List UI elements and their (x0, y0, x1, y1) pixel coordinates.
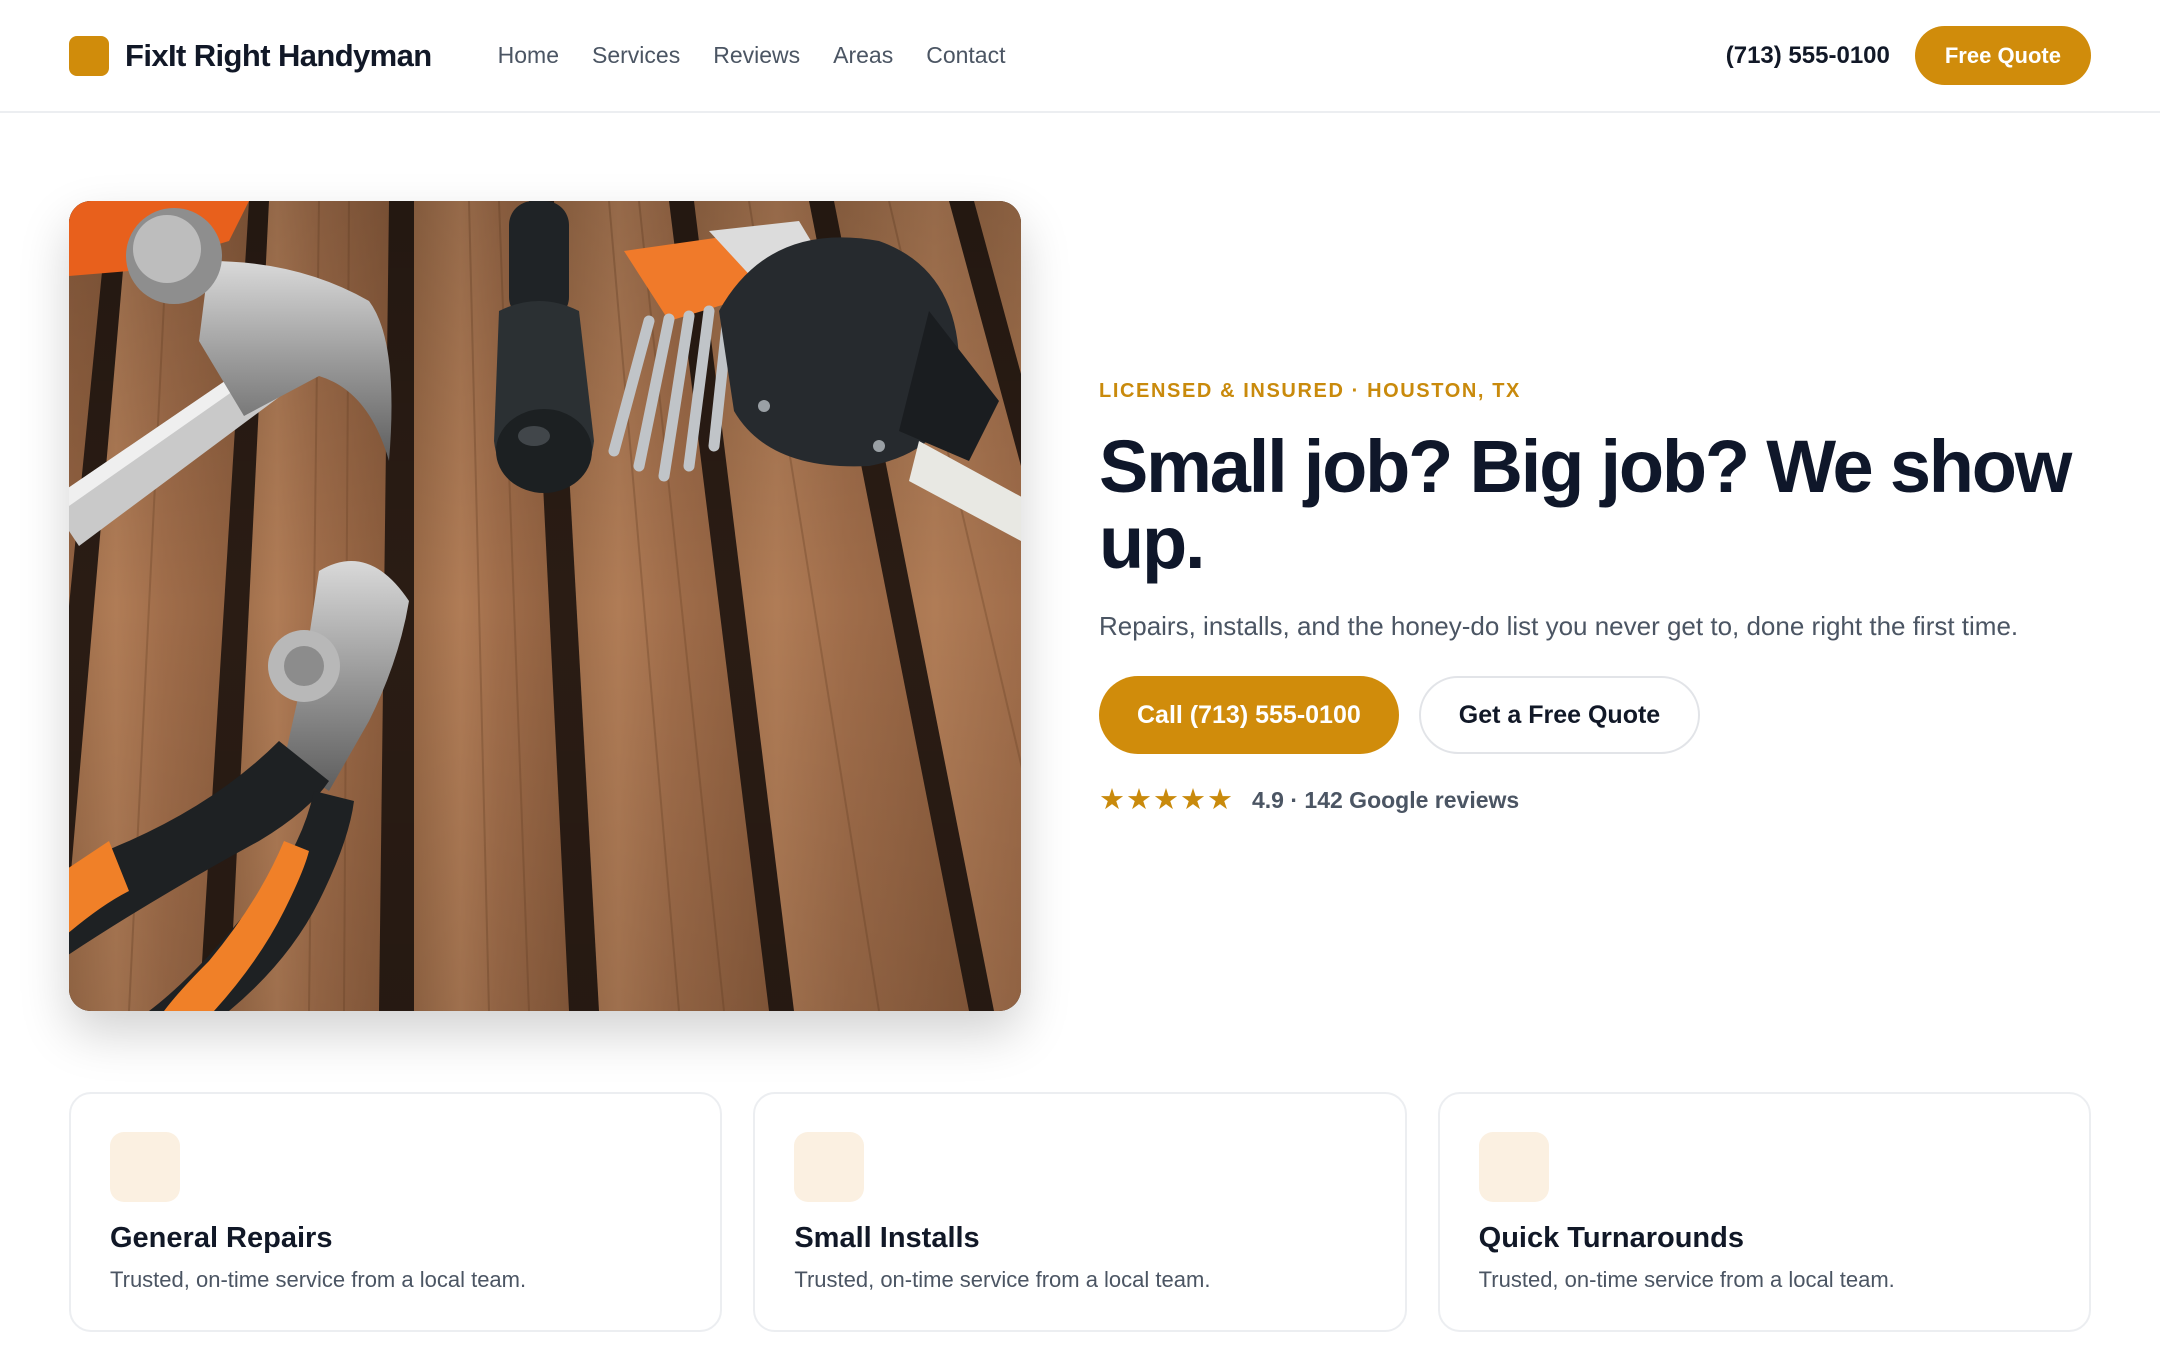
logo-icon[interactable] (69, 35, 109, 76)
free-quote-button[interactable]: Free Quote (1914, 26, 2091, 85)
hero-cta-row: Call (713) 555-0100 Get a Free Quote (1099, 676, 2099, 754)
feature-card-title: General Repairs (110, 1222, 333, 1254)
feature-card-description: Trusted, on-time service from a local te… (794, 1267, 1211, 1292)
feature-card-title: Quick Turnarounds (1478, 1222, 1744, 1254)
feature-card-quick-turnarounds[interactable]: Quick Turnarounds Trusted, on-time servi… (1437, 1092, 2091, 1332)
nav-link-areas[interactable]: Areas (833, 42, 893, 69)
hero-image (69, 201, 1021, 1011)
feature-card-general-repairs[interactable]: General Repairs Trusted, on-time service… (69, 1092, 723, 1332)
header-phone-link[interactable]: (713) 555-0100 (1726, 42, 1890, 70)
rating-row: ★★★★★ 4.9 · 142 Google reviews (1099, 786, 2099, 815)
toolbox-icon (794, 1132, 865, 1202)
hero-content: LICENSED & INSURED · HOUSTON, TX Small j… (1099, 380, 2099, 815)
nav-link-contact[interactable]: Contact (926, 42, 1005, 69)
call-button[interactable]: Call (713) 555-0100 (1099, 676, 1399, 754)
clock-icon (1478, 1132, 1549, 1202)
rating-summary[interactable]: 4.9 · 142 Google reviews (1252, 787, 1519, 814)
wrench-icon (110, 1132, 180, 1202)
feature-cards: General Repairs Trusted, on-time service… (69, 1092, 2091, 1332)
get-free-quote-button[interactable]: Get a Free Quote (1418, 676, 1701, 754)
hero-subline: Repairs, installs, and the honey-do list… (1099, 611, 2019, 641)
feature-card-description: Trusted, on-time service from a local te… (110, 1267, 527, 1292)
nav-link-services[interactable]: Services (592, 42, 680, 69)
nav-link-reviews[interactable]: Reviews (713, 42, 800, 69)
brand-name[interactable]: FixIt Right Handyman (125, 38, 432, 74)
feature-card-small-installs[interactable]: Small Installs Trusted, on-time service … (753, 1092, 1407, 1332)
hero-headline: Small job? Big job? We show up. (1099, 425, 2072, 584)
nav-link-home[interactable]: Home (498, 42, 559, 69)
feature-card-title: Small Installs (794, 1222, 980, 1254)
header-actions: (713) 555-0100 Free Quote (1726, 26, 2091, 85)
feature-card-description: Trusted, on-time service from a local te… (1478, 1267, 1895, 1292)
star-rating-icon: ★★★★★ (1099, 784, 1234, 816)
site-header: FixIt Right Handyman Home Services Revie… (0, 0, 2160, 113)
hero-eyebrow: LICENSED & INSURED · HOUSTON, TX (1099, 380, 1521, 402)
main-nav: Home Services Reviews Areas Contact (498, 42, 1006, 69)
